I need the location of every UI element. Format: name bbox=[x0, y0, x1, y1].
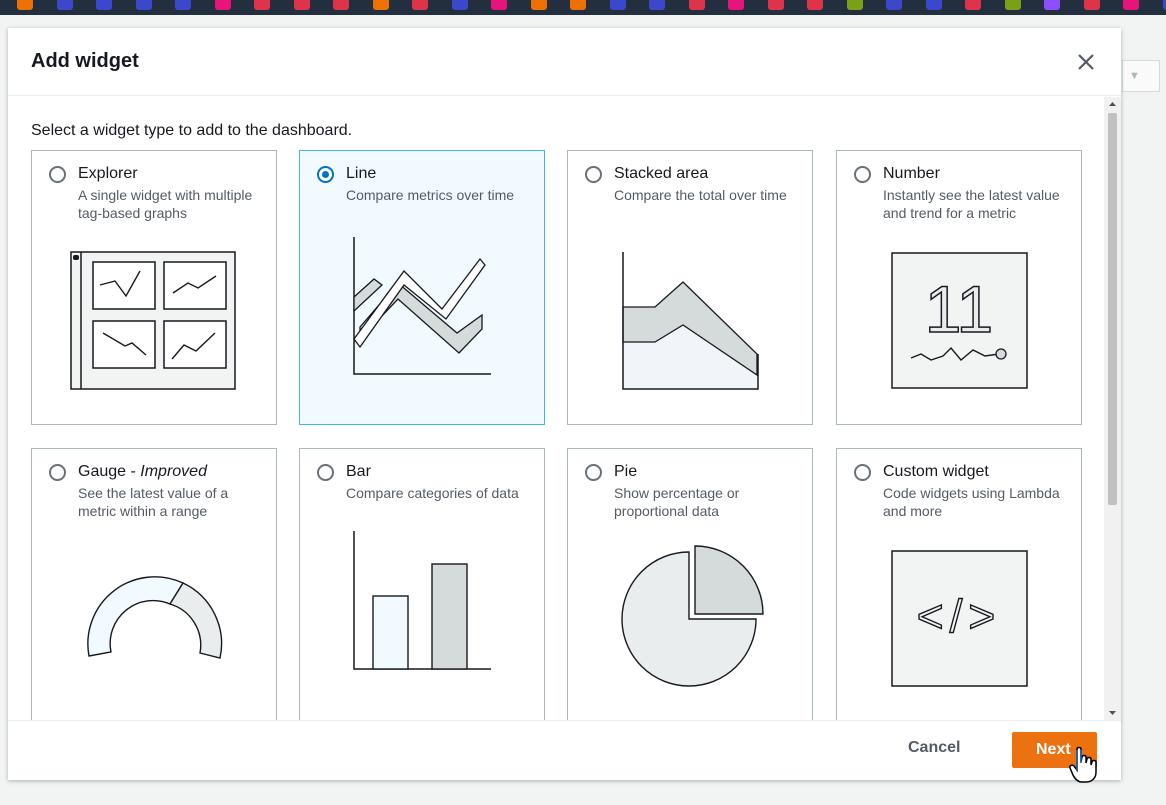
widget-description: Show percentage or proportional data bbox=[614, 485, 740, 519]
service-icon[interactable] bbox=[688, 0, 705, 10]
service-icon[interactable] bbox=[56, 0, 73, 10]
service-icon[interactable] bbox=[649, 0, 665, 10]
radio-number[interactable] bbox=[854, 166, 871, 183]
widget-card-custom[interactable]: Custom widget Code widgets using Lambda … bbox=[836, 448, 1082, 720]
widget-title: Line bbox=[346, 165, 377, 182]
service-icon[interactable] bbox=[728, 0, 744, 10]
widget-card-number[interactable]: Number Instantly see the latest value an… bbox=[836, 150, 1082, 425]
service-icon[interactable] bbox=[846, 0, 863, 10]
widget-description: Compare the total over time bbox=[614, 187, 787, 203]
widget-description: A single widget with multiple tag-based … bbox=[78, 187, 253, 221]
service-icon[interactable] bbox=[965, 0, 981, 10]
scroll-up-icon[interactable] bbox=[1104, 97, 1121, 111]
add-widget-modal: Add widget Select a widget type to add t… bbox=[8, 28, 1121, 780]
close-button[interactable] bbox=[1074, 50, 1098, 74]
widget-title: Number bbox=[883, 165, 940, 182]
service-icon[interactable] bbox=[451, 0, 468, 10]
line-chart-icon bbox=[353, 237, 491, 375]
service-icon[interactable] bbox=[886, 0, 902, 10]
scroll-down-icon[interactable] bbox=[1104, 706, 1121, 720]
radio-custom[interactable] bbox=[854, 464, 871, 481]
modal-footer: Cancel Next bbox=[8, 720, 1121, 780]
radio-explorer[interactable] bbox=[49, 166, 66, 183]
stacked-area-icon bbox=[622, 252, 759, 390]
widget-card-bar[interactable]: Bar Compare categories of data bbox=[299, 448, 545, 720]
modal-title: Add widget bbox=[31, 50, 139, 72]
gauge-icon bbox=[87, 576, 223, 659]
intro-text: Select a widget type to add to the dashb… bbox=[31, 122, 353, 139]
background-dropdown: ▼ bbox=[1122, 60, 1160, 92]
service-icon[interactable] bbox=[570, 0, 586, 10]
chevron-down-icon: ▼ bbox=[1129, 70, 1140, 82]
number-icon: 11 bbox=[891, 252, 1028, 389]
pie-chart-icon bbox=[621, 545, 764, 687]
widget-description: Code widgets using Lambda and more bbox=[883, 485, 1060, 519]
radio-bar[interactable] bbox=[317, 464, 334, 481]
widget-title: Explorer bbox=[78, 165, 138, 182]
service-icon[interactable] bbox=[1083, 0, 1100, 10]
service-icon[interactable] bbox=[412, 0, 428, 10]
widget-card-pie[interactable]: Pie Show percentage or proportional data bbox=[567, 448, 813, 720]
service-icon[interactable] bbox=[1004, 0, 1021, 10]
modal-header: Add widget bbox=[8, 28, 1121, 96]
radio-stacked-area[interactable] bbox=[585, 166, 602, 183]
widget-title: Bar bbox=[346, 463, 371, 480]
service-icon[interactable] bbox=[767, 0, 784, 10]
scroll-thumb[interactable] bbox=[1108, 113, 1117, 505]
code-icon-glyph: </> bbox=[917, 590, 1002, 642]
widget-description: See the latest value of a metric within … bbox=[78, 485, 229, 519]
service-icon[interactable] bbox=[333, 0, 349, 10]
service-icon[interactable] bbox=[1123, 0, 1139, 10]
hand-cursor-icon bbox=[1069, 746, 1097, 783]
service-icon[interactable] bbox=[1162, 0, 1166, 10]
number-icon-digits: 11 bbox=[925, 272, 994, 346]
bar-chart-icon bbox=[353, 531, 491, 670]
widget-description: Instantly see the latest value and trend… bbox=[883, 187, 1060, 221]
service-icon[interactable] bbox=[807, 0, 823, 10]
service-icon[interactable] bbox=[293, 0, 310, 10]
service-icon[interactable] bbox=[214, 0, 231, 10]
widget-type-grid: Select a widget type to add to the dashb… bbox=[8, 97, 1104, 720]
service-icon[interactable] bbox=[530, 0, 547, 10]
widget-card-gauge[interactable]: Gauge - Improved See the latest value of… bbox=[31, 448, 277, 720]
widget-title: Pie bbox=[614, 463, 638, 480]
widget-description: Compare categories of data bbox=[346, 485, 519, 501]
service-icon[interactable] bbox=[17, 0, 33, 10]
radio-line[interactable] bbox=[317, 166, 334, 183]
radio-gauge[interactable] bbox=[49, 464, 66, 481]
service-shortcut-bar bbox=[0, 0, 1166, 15]
service-icon[interactable] bbox=[254, 0, 270, 10]
service-icon[interactable] bbox=[609, 0, 626, 10]
cancel-button[interactable]: Cancel bbox=[908, 739, 960, 757]
widget-description: Compare metrics over time bbox=[346, 187, 515, 203]
service-icon[interactable] bbox=[372, 0, 389, 10]
widget-title: Custom widget bbox=[883, 463, 989, 480]
widget-card-explorer[interactable]: Explorer A single widget with multiple t… bbox=[31, 150, 277, 425]
service-icon[interactable] bbox=[135, 0, 152, 10]
service-icon[interactable] bbox=[925, 0, 942, 10]
service-icon[interactable] bbox=[175, 0, 191, 10]
widget-card-line[interactable]: Line Compare metrics over time bbox=[299, 150, 545, 425]
code-icon: </> bbox=[891, 550, 1028, 687]
service-icon[interactable] bbox=[1044, 0, 1060, 10]
widget-title: Stacked area bbox=[614, 165, 709, 182]
modal-scrollbar[interactable] bbox=[1104, 97, 1121, 720]
widget-title: Gauge - Improved bbox=[78, 463, 207, 480]
service-icon[interactable] bbox=[96, 0, 112, 10]
close-icon bbox=[1078, 54, 1094, 70]
service-icon[interactable] bbox=[491, 0, 507, 10]
explorer-grid-icon bbox=[70, 251, 236, 390]
widget-card-stacked-area[interactable]: Stacked area Compare the total over time bbox=[567, 150, 813, 425]
radio-pie[interactable] bbox=[585, 464, 602, 481]
